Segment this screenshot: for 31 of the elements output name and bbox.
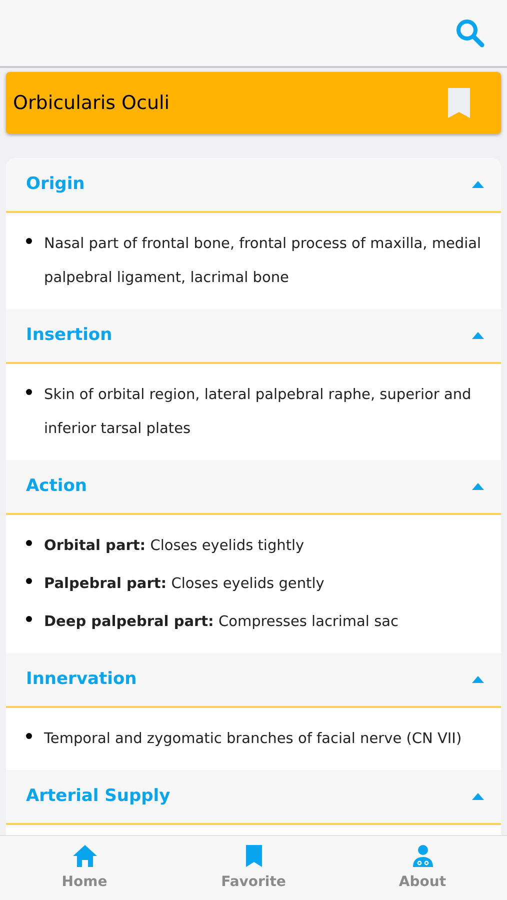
section-heading: Innervation [26,668,137,691]
doctor-icon [412,844,434,868]
bullet-icon [26,540,32,546]
section-header[interactable]: Arterial Supply [6,770,501,825]
section-text: Nasal part of frontal bone, frontal process of maxilla, medial palpebral ligament, lacrimal bone [44,235,482,288]
search-icon[interactable] [455,18,485,48]
nav-tab[interactable]: About [338,836,507,900]
section-header[interactable]: Action [6,460,501,515]
bullet-icon [26,578,32,584]
nav-tab[interactable]: Favorite [169,836,338,900]
section-heading: Action [26,474,87,498]
bookmark-icon [244,844,262,868]
section-header[interactable]: Insertion [6,309,501,364]
section-heading: Origin [26,172,85,196]
section-header[interactable]: Origin [6,158,501,213]
bullet-icon [26,733,32,739]
section-text: Orbital part: Closes eyelids tightly [44,537,304,556]
section-header[interactable]: Innervation [6,653,501,708]
home-icon [72,844,98,868]
section-heading: Arterial Supply [26,784,170,808]
section-text: Skin of orbital region, lateral palpebral raphe, superior and inferior tarsal plates [44,386,472,439]
nav-tab[interactable]: Home [0,836,169,900]
bullet-icon [26,238,32,244]
section-text: Palpebral part: Closes eyelids gently [44,575,324,594]
bookmark-icon[interactable] [447,87,471,119]
section-text: Deep palpebral part: Compresses lacrimal sac [44,613,398,632]
muscle-title: Orbicularis Oculi [13,90,170,116]
section-text: Temporal and zygomatic branches of facial nerve (CN VII) [44,730,462,749]
bullet-icon [26,389,32,395]
bullet-icon [26,616,32,622]
section-heading: Insertion [26,324,112,347]
